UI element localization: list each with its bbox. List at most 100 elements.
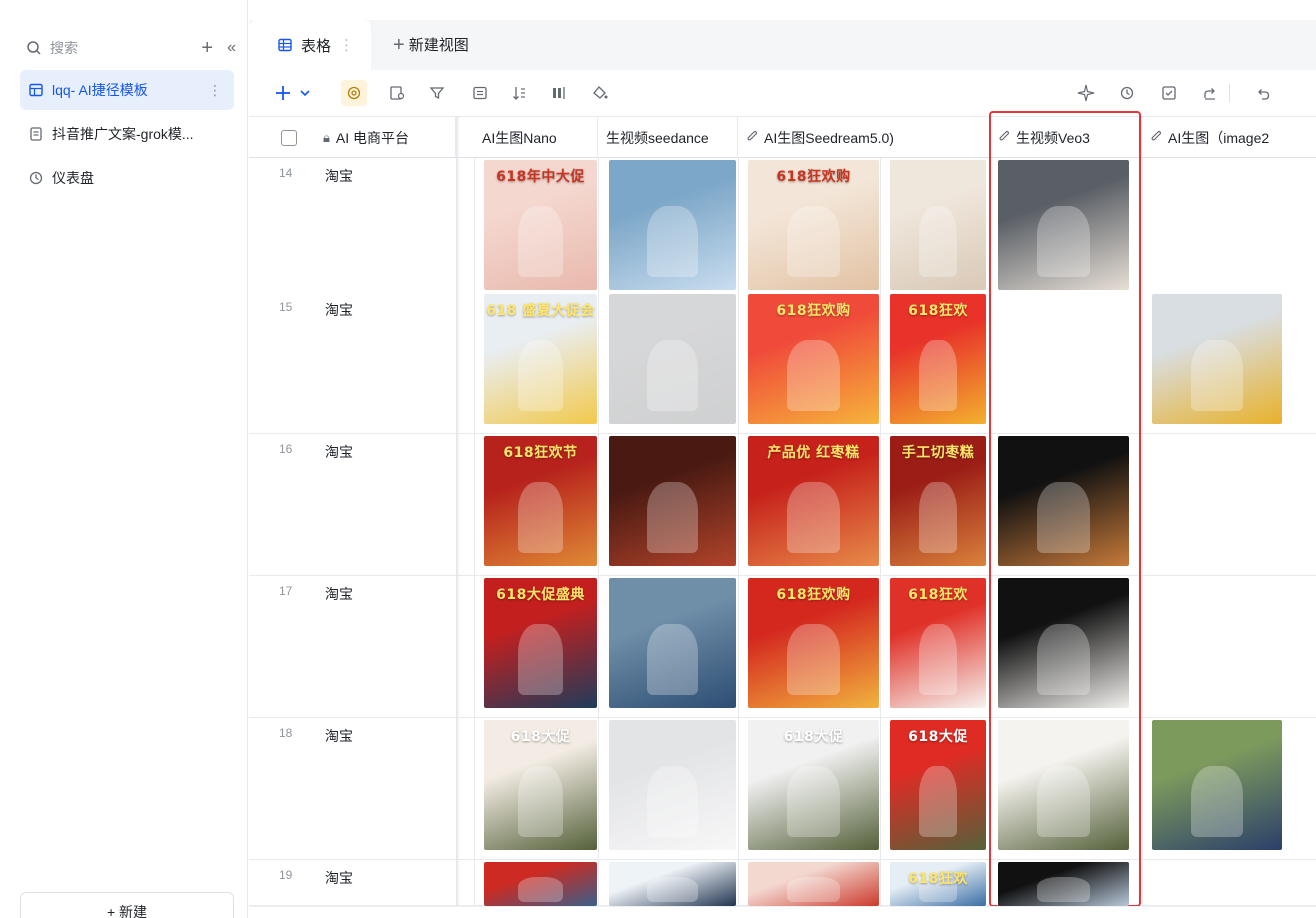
image-thumbnail[interactable] bbox=[609, 294, 736, 424]
tab-menu-icon[interactable]: ⋮ bbox=[339, 36, 354, 54]
undo-icon[interactable] bbox=[1252, 82, 1274, 104]
image-thumbnail[interactable] bbox=[609, 436, 736, 566]
new-view-button[interactable]: + 新建视图 bbox=[393, 34, 469, 55]
dashboard-icon bbox=[28, 170, 44, 186]
image-thumbnail[interactable] bbox=[609, 160, 736, 290]
column-header-seedance[interactable]: 生视频seedance bbox=[598, 117, 738, 158]
image-thumbnail[interactable]: 618狂欢 bbox=[890, 578, 986, 708]
row-height-icon[interactable] bbox=[548, 82, 570, 104]
image-thumbnail[interactable]: 618狂欢购 bbox=[748, 578, 879, 708]
platform-cell[interactable]: 淘宝 bbox=[325, 868, 353, 888]
ai-sparkle-icon[interactable] bbox=[1075, 82, 1097, 104]
column-header-seedream[interactable]: AI生图Seedream5.0) bbox=[738, 117, 990, 158]
image-thumbnail[interactable] bbox=[1152, 720, 1282, 850]
automation-icon[interactable] bbox=[1116, 82, 1138, 104]
sidebar-item-template[interactable]: lqq- AI捷径模板 ⋮ bbox=[20, 70, 234, 110]
cell-divider bbox=[738, 434, 739, 575]
image-thumbnail[interactable]: 618大促 bbox=[748, 720, 879, 850]
product-figure bbox=[517, 623, 564, 695]
product-figure bbox=[1191, 765, 1243, 837]
image-thumbnail[interactable]: 618狂欢 bbox=[890, 862, 986, 906]
add-record-button[interactable] bbox=[275, 82, 315, 104]
product-figure bbox=[1037, 765, 1090, 837]
sidebar-item-dashboard[interactable]: 仪表盘 bbox=[20, 158, 234, 198]
frozen-column-divider bbox=[456, 116, 460, 918]
row-number: 18 bbox=[279, 726, 293, 740]
form-icon[interactable] bbox=[1158, 82, 1180, 104]
image-thumbnail[interactable]: 产品优 红枣糕 bbox=[748, 436, 879, 566]
field-config-icon[interactable] bbox=[386, 82, 408, 104]
filter-icon[interactable] bbox=[426, 82, 448, 104]
product-figure bbox=[517, 339, 564, 411]
product-figure bbox=[517, 205, 564, 277]
image-thumbnail[interactable]: 618狂欢 bbox=[890, 294, 986, 424]
image-thumbnail[interactable] bbox=[748, 862, 879, 906]
sidebar-search[interactable]: 搜索 + « bbox=[26, 36, 236, 60]
cell-divider bbox=[738, 158, 739, 299]
product-figure bbox=[1037, 623, 1090, 695]
platform-cell[interactable]: 淘宝 bbox=[325, 442, 353, 462]
ai-settings-icon[interactable] bbox=[341, 80, 367, 106]
image-thumbnail[interactable] bbox=[609, 578, 736, 708]
attachment-icon bbox=[1150, 129, 1162, 146]
column-header-nano[interactable]: AI生图Nano bbox=[474, 117, 598, 158]
sidebar-item-douyin[interactable]: 抖音推广文案-grok模... bbox=[20, 114, 234, 154]
image-thumbnail[interactable] bbox=[890, 160, 986, 290]
cell-divider bbox=[598, 576, 599, 717]
collapse-sidebar-icon[interactable]: « bbox=[227, 40, 236, 56]
column-header-platform[interactable]: 🔒︎ AI 电商平台 bbox=[249, 117, 456, 158]
add-icon[interactable]: + bbox=[201, 38, 213, 58]
tab-table[interactable]: 表格 ⋮ bbox=[249, 20, 371, 70]
product-figure bbox=[787, 623, 840, 695]
sort-icon[interactable] bbox=[508, 82, 530, 104]
platform-cell[interactable]: 淘宝 bbox=[325, 300, 353, 320]
image-thumbnail[interactable] bbox=[609, 720, 736, 850]
cell-divider bbox=[474, 158, 475, 299]
cell-divider bbox=[474, 718, 475, 859]
select-all-checkbox[interactable] bbox=[281, 129, 297, 146]
cell-divider bbox=[990, 158, 991, 299]
image-thumbnail[interactable]: 618狂欢购 bbox=[748, 294, 879, 424]
image-thumbnail[interactable] bbox=[1152, 294, 1282, 424]
platform-cell[interactable]: 淘宝 bbox=[325, 166, 353, 186]
product-figure bbox=[918, 765, 958, 837]
platform-cell[interactable]: 淘宝 bbox=[325, 584, 353, 604]
share-icon[interactable] bbox=[1199, 82, 1221, 104]
image-thumbnail[interactable] bbox=[998, 862, 1129, 906]
product-figure bbox=[647, 339, 698, 411]
column-header-image2[interactable]: AI生图（image2 bbox=[1142, 117, 1316, 158]
column-label: 生视频seedance bbox=[606, 129, 709, 146]
platform-cell[interactable]: 淘宝 bbox=[325, 726, 353, 746]
product-figure bbox=[647, 205, 698, 277]
image-caption: 618大促 bbox=[908, 729, 968, 745]
cell-divider bbox=[990, 718, 991, 859]
image-caption: 产品优 红枣糕 bbox=[767, 445, 860, 461]
horizontal-scrollbar[interactable] bbox=[249, 906, 1316, 918]
image-thumbnail[interactable]: 618大促 bbox=[484, 720, 597, 850]
image-caption: 618大促盛典 bbox=[496, 587, 585, 603]
image-thumbnail[interactable]: 618狂欢购 bbox=[748, 160, 879, 290]
image-thumbnail[interactable]: 618大促盛典 bbox=[484, 578, 597, 708]
product-figure bbox=[787, 765, 840, 837]
product-figure bbox=[517, 481, 564, 553]
image-thumbnail[interactable] bbox=[484, 862, 597, 906]
cell-divider bbox=[1142, 576, 1143, 717]
image-thumbnail[interactable]: 618大促 bbox=[890, 720, 986, 850]
image-thumbnail[interactable] bbox=[998, 578, 1129, 708]
image-thumbnail[interactable]: 618狂欢节 bbox=[484, 436, 597, 566]
image-thumbnail[interactable]: 手工切枣糕 bbox=[890, 436, 986, 566]
column-header-veo3[interactable]: 生视频Veo3 bbox=[990, 117, 1142, 158]
image-thumbnail[interactable] bbox=[998, 160, 1129, 290]
image-thumbnail[interactable]: 618年中大促 bbox=[484, 160, 597, 290]
image-caption: 618大促 bbox=[783, 729, 844, 745]
image-thumbnail[interactable] bbox=[998, 720, 1129, 850]
group-icon[interactable] bbox=[469, 82, 491, 104]
new-button[interactable]: + 新建 bbox=[20, 892, 234, 918]
product-figure bbox=[787, 481, 840, 553]
image-caption: 618狂欢购 bbox=[776, 587, 851, 603]
more-icon[interactable]: ⋮ bbox=[208, 82, 222, 99]
image-thumbnail[interactable] bbox=[998, 436, 1129, 566]
fill-color-icon[interactable] bbox=[589, 82, 611, 104]
image-thumbnail[interactable] bbox=[609, 862, 736, 906]
image-thumbnail[interactable]: 618 盛夏大促会 bbox=[484, 294, 597, 424]
